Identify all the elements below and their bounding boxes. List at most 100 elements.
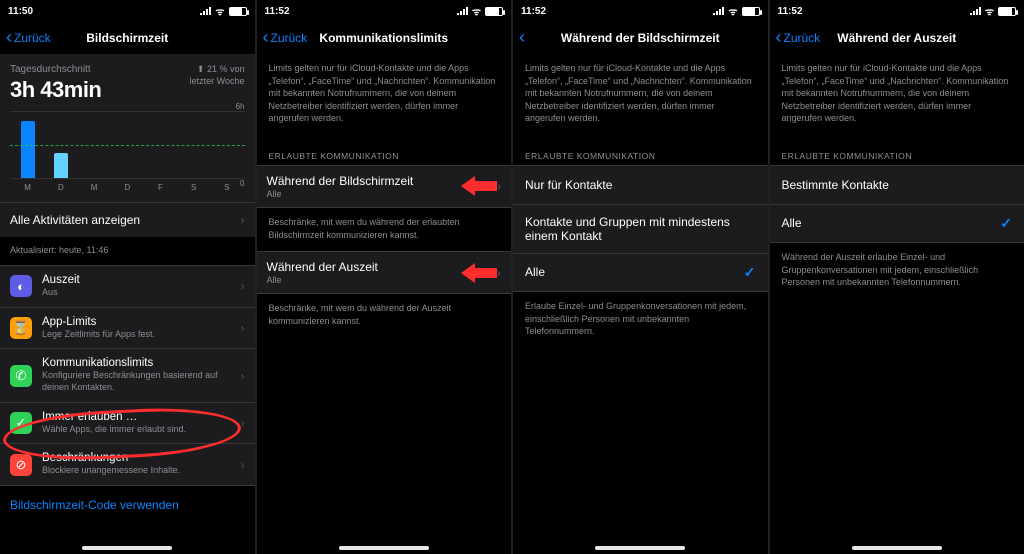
row-sub: Lege Zeitlimits für Apps fest.: [42, 329, 231, 341]
home-indicator[interactable]: [595, 546, 685, 550]
row-sub: Konfiguriere Beschränkungen basierend au…: [42, 370, 231, 393]
signal-icon: [457, 7, 468, 15]
clock: 11:52: [521, 6, 546, 17]
battery-icon: [998, 7, 1016, 16]
option-label: Nur für Kontakte: [525, 178, 612, 192]
option-row[interactable]: Nur für Kontakte: [513, 166, 768, 204]
row-sub: Aus: [42, 287, 231, 299]
home-indicator[interactable]: [339, 546, 429, 550]
back-button[interactable]: Zurück: [263, 30, 308, 46]
chevron-right-icon: ›: [497, 266, 501, 280]
avg-line: [10, 145, 245, 146]
comm-limit-row[interactable]: Während der AuszeitAlle›: [257, 251, 512, 294]
average-card[interactable]: Tagesdurchschnitt 3h 43min ⬆ 21 % von le…: [0, 54, 255, 202]
chart-bar: [21, 121, 35, 178]
nav-bar: Zurück Kommunikationslimits: [257, 22, 512, 54]
auszeit-icon: ◐: [10, 275, 32, 297]
chevron-right-icon: ›: [497, 179, 501, 193]
status-bar: 11:52 ᯤ: [513, 0, 768, 22]
settings-row[interactable]: ◐ AuszeitAus ›: [0, 266, 255, 307]
row-desc: Beschränke, mit wem du während der erlau…: [257, 208, 512, 251]
chevron-right-icon: ›: [241, 321, 245, 335]
option-label: Bestimmte Kontakte: [782, 178, 889, 192]
screen-kommunikationslimits: 11:52 ᯤ Zurück Kommunikationslimits Limi…: [257, 0, 512, 554]
row-desc: Beschränke, mit wem du während der Ausze…: [257, 294, 512, 337]
row-sub: Wähle Apps, die immer erlaubt sind.: [42, 424, 231, 436]
option-row[interactable]: Kontakte und Gruppen mit mindestens eine…: [513, 204, 768, 253]
back-button[interactable]: [519, 30, 525, 46]
x-tick: D: [47, 183, 74, 192]
nav-bar: Zurück Bildschirmzeit: [0, 22, 255, 54]
back-button[interactable]: Zurück: [6, 30, 51, 46]
signal-icon: [970, 7, 981, 15]
settings-group: ◐ AuszeitAus › ⌛ App-LimitsLege Zeitlimits f…: [0, 265, 255, 486]
x-tick: S: [213, 183, 240, 192]
settings-row[interactable]: ⊘ BeschränkungenBlockiere unangemessene I…: [0, 443, 255, 485]
option-row[interactable]: Bestimmte Kontakte: [770, 166, 1024, 204]
row-title: App-Limits: [42, 316, 231, 328]
nav-bar: Zurück Während der Auszeit: [770, 22, 1024, 54]
battery-icon: [485, 7, 503, 16]
signal-icon: [200, 7, 211, 15]
row-sub: Alle: [267, 189, 414, 199]
settings-row[interactable]: ⌛ App-LimitsLege Zeitlimits für Apps fest…: [0, 307, 255, 349]
row-title: Kommunikationslimits: [42, 357, 231, 369]
footer-text: Während der Auszeit erlaube Einzel- und …: [770, 243, 1024, 299]
wifi-icon: ᯤ: [472, 4, 481, 18]
back-button[interactable]: Zurück: [776, 30, 821, 46]
restrictions-icon: ⊘: [10, 454, 32, 476]
wifi-icon: ᯤ: [215, 4, 224, 18]
option-label: Alle: [782, 216, 802, 230]
always-allowed-icon: ✓: [10, 412, 32, 434]
chart-bar: [54, 153, 68, 178]
section-header: ERLAUBTE KOMMUNIKATION: [257, 141, 512, 165]
chevron-right-icon: ›: [241, 213, 245, 227]
row-title: Auszeit: [42, 274, 231, 286]
clock: 11:52: [265, 6, 290, 17]
battery-icon: [742, 7, 760, 16]
settings-row[interactable]: ✆ KommunikationslimitsKonfiguriere Beschr…: [0, 348, 255, 401]
screen-waehrend-auszeit: 11:52 ᯤ Zurück Während der Auszeit Limit…: [770, 0, 1024, 554]
chevron-right-icon: ›: [241, 416, 245, 430]
intro-text: Limits gelten nur für iCloud-Kontakte un…: [770, 54, 1024, 135]
screen-waehrend-bildschirmzeit: 11:52 ᯤ Während der Bildschirmzeit Limit…: [513, 0, 768, 554]
row-title: Während der Bildschirmzeit: [267, 174, 414, 188]
option-label: Alle: [525, 265, 545, 279]
battery-icon: [229, 7, 247, 16]
usage-bar-chart: 6h 0: [10, 111, 245, 179]
option-row[interactable]: Alle✓: [513, 253, 768, 291]
intro-text: Limits gelten nur für iCloud-Kontakte un…: [513, 54, 768, 135]
app-limits-icon: ⌛: [10, 317, 32, 339]
footer-text: Erlaube Einzel- und Gruppenkonversatione…: [513, 292, 768, 348]
row-title: Immer erlauben …: [42, 411, 231, 423]
wifi-icon: ᯤ: [985, 4, 994, 18]
use-passcode-link[interactable]: Bildschirmzeit-Code verwenden: [0, 486, 255, 524]
status-bar: 11:50 ᯤ: [0, 0, 255, 22]
home-indicator[interactable]: [82, 546, 172, 550]
option-row[interactable]: Alle ✓: [770, 204, 1024, 242]
avg-delta: ⬆ 21 % von letzter Woche: [190, 64, 245, 87]
show-all-activity[interactable]: Alle Aktivitäten anzeigen ›: [0, 202, 255, 237]
comm-limit-row[interactable]: Während der BildschirmzeitAlle ›: [257, 165, 512, 208]
clock: 11:50: [8, 6, 33, 17]
page-title: Während der Auszeit: [837, 31, 956, 45]
avg-value: 3h 43min: [10, 77, 101, 103]
section-header: ERLAUBTE KOMMUNIKATION: [513, 141, 768, 165]
status-bar: 11:52 ᯤ: [770, 0, 1024, 22]
option-list: Nur für Kontakte Kontakte und Gruppen mit…: [513, 165, 768, 292]
avg-label: Tagesdurchschnitt: [10, 64, 101, 75]
chevron-right-icon: ›: [241, 279, 245, 293]
comm-limits-icon: ✆: [10, 365, 32, 387]
status-bar: 11:52 ᯤ: [257, 0, 512, 22]
row-title: Beschränkungen: [42, 452, 231, 464]
home-indicator[interactable]: [852, 546, 942, 550]
intro-text: Limits gelten nur für iCloud-Kontakte un…: [257, 54, 512, 135]
x-tick: F: [147, 183, 174, 192]
checkmark-icon: ✓: [1000, 215, 1012, 232]
chevron-right-icon: ›: [241, 369, 245, 383]
row-sub: Blockiere unangemessene Inhalte.: [42, 465, 231, 477]
screen-bildschirmzeit: 11:50 ᯤ Zurück Bildschirmzeit Tagesdurch…: [0, 0, 255, 554]
row-sub: Alle: [267, 275, 378, 285]
settings-row[interactable]: ✓ Immer erlauben …Wähle Apps, die immer e…: [0, 402, 255, 444]
arrow-up-icon: ⬆: [197, 64, 205, 74]
